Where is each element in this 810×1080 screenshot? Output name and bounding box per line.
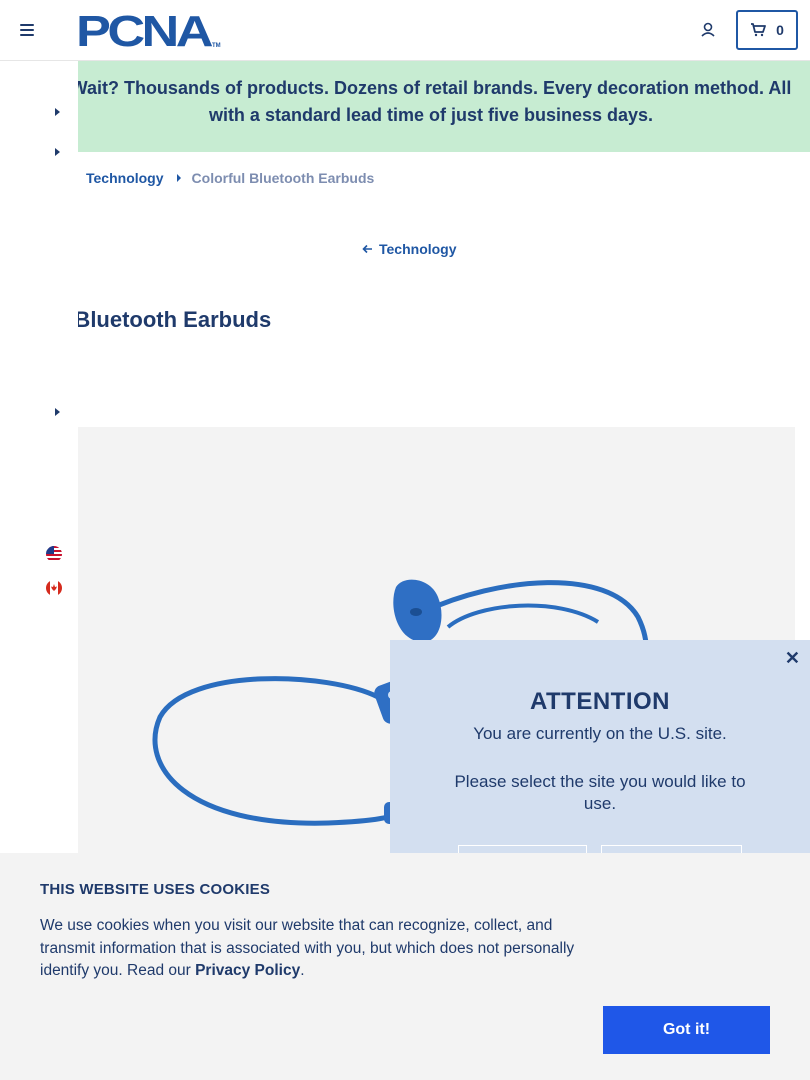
caret-right-icon: [176, 174, 181, 182]
cart-icon: [751, 23, 766, 37]
back-to-technology-link[interactable]: Technology: [362, 241, 457, 257]
cookie-banner: THIS WEBSITE USES COOKIES We use cookies…: [0, 853, 810, 1080]
cookie-message: We use cookies when you visit our websit…: [40, 917, 575, 979]
modal-current-site-text: You are currently on the U.S. site.: [473, 724, 727, 743]
cookie-title: THIS WEBSITE USES COOKIES: [40, 881, 271, 898]
product-title: Colorful Bluetooth Earbuds: [78, 307, 272, 332]
promo-banner: Wait? Thousands of products. Dozens of r…: [78, 61, 810, 152]
back-link-label: Technology: [379, 241, 457, 257]
banner-line-2: with a standard lead time of just five b…: [208, 105, 654, 125]
cart-button[interactable]: 0: [736, 10, 798, 50]
caret-right-icon[interactable]: [52, 407, 62, 417]
arrow-left-icon: [362, 244, 372, 254]
modal-title: ATTENTION: [529, 688, 671, 715]
product-title-container: Colorful Bluetooth Earbuds: [78, 307, 810, 341]
site-header: PCNA TM 0: [0, 0, 810, 61]
cookie-text: We use cookies when you visit our websit…: [40, 915, 600, 983]
accept-cookies-button[interactable]: Got it!: [603, 1006, 770, 1054]
caret-right-icon[interactable]: [52, 107, 62, 117]
menu-icon[interactable]: [20, 24, 36, 36]
account-icon[interactable]: [698, 20, 718, 40]
logo-text: PCNA: [76, 10, 213, 50]
logo-tm: TM: [212, 43, 221, 49]
breadcrumb-technology-link[interactable]: Technology: [86, 170, 164, 186]
close-icon[interactable]: ✕: [785, 648, 800, 669]
us-flag-icon[interactable]: [46, 546, 62, 562]
cookie-period: .: [300, 962, 305, 979]
breadcrumb: Technology Colorful Bluetooth Earbuds: [86, 170, 374, 186]
caret-right-icon[interactable]: [52, 147, 62, 157]
privacy-policy-link[interactable]: Privacy Policy: [195, 962, 300, 979]
canada-flag-icon[interactable]: [46, 580, 62, 596]
breadcrumb-current: Colorful Bluetooth Earbuds: [191, 170, 375, 186]
banner-line-1: Wait? Thousands of products. Dozens of r…: [78, 78, 792, 98]
pcna-logo[interactable]: PCNA TM: [76, 10, 222, 50]
cart-count: 0: [776, 22, 784, 38]
modal-select-site-text: Please select the site you would like to…: [454, 772, 746, 813]
